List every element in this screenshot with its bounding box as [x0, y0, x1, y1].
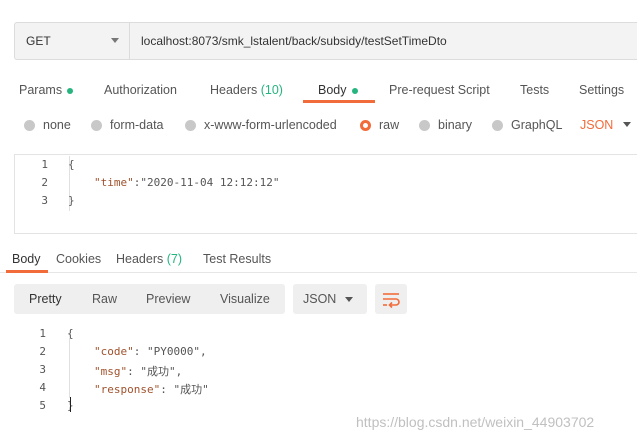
- view-preview-button[interactable]: Preview: [146, 284, 190, 314]
- wrap-lines-icon: [383, 293, 400, 309]
- radio-circle-icon: [24, 119, 35, 131]
- status-dot-icon: [351, 87, 358, 94]
- tab-settings[interactable]: Settings: [579, 80, 624, 100]
- response-tab-test-results[interactable]: Test Results: [203, 250, 271, 268]
- json-value: "2020-11-04 12:12:12": [140, 176, 280, 189]
- tab-pre-request-script[interactable]: Pre-request Script: [389, 80, 490, 100]
- json-value: "PY0000": [147, 345, 200, 358]
- wrap-lines-button[interactable]: [375, 284, 407, 314]
- code-line: "code": "PY0000",: [94, 345, 207, 358]
- code-line: "msg": "成功",: [94, 363, 182, 379]
- tab-headers-count: (10): [260, 83, 283, 97]
- radio-circle-icon: [492, 119, 503, 131]
- status-dot-icon: [67, 87, 74, 94]
- line-number: 4: [39, 381, 46, 394]
- radio-label: x-www-form-urlencoded: [204, 118, 337, 132]
- line-number: 1: [41, 158, 48, 171]
- radio-urlencoded[interactable]: x-www-form-urlencoded: [185, 116, 337, 134]
- tab-tests[interactable]: Tests: [520, 80, 549, 100]
- chevron-down-icon: [345, 297, 353, 302]
- json-value: "成功": [173, 383, 209, 396]
- radio-selected-icon: [360, 119, 371, 131]
- response-tab-cookies[interactable]: Cookies: [56, 250, 101, 268]
- response-tab-body[interactable]: Body: [12, 250, 41, 268]
- view-pretty-button[interactable]: Pretty: [29, 284, 62, 314]
- radio-circle-icon: [419, 119, 430, 131]
- tab-authorization[interactable]: Authorization: [104, 80, 177, 100]
- url-input[interactable]: localhost:8073/smk_lstalent/back/subsidy…: [129, 22, 637, 60]
- tab-authorization-label: Authorization: [104, 83, 177, 97]
- json-key: "time": [94, 176, 134, 189]
- radio-binary[interactable]: binary: [419, 116, 472, 134]
- response-tab-headers[interactable]: Headers (7): [116, 250, 182, 268]
- line-number: 3: [39, 363, 46, 376]
- radio-label: none: [43, 118, 71, 132]
- json-key: "msg": [94, 365, 128, 378]
- tab-pre-request-label: Pre-request Script: [389, 83, 490, 97]
- line-number: 2: [39, 345, 46, 358]
- view-visualize-button[interactable]: Visualize: [220, 284, 270, 314]
- method-value: GET: [26, 34, 51, 48]
- url-value: localhost:8073/smk_lstalent/back/subsidy…: [141, 34, 447, 48]
- code-brace: }: [68, 194, 75, 207]
- response-format-value: JSON: [303, 292, 337, 306]
- tab-params[interactable]: Params: [19, 80, 74, 100]
- tab-headers[interactable]: Headers (10): [210, 80, 283, 100]
- radio-circle-icon: [91, 119, 102, 131]
- tab-label: Body: [12, 252, 41, 266]
- tab-label: Headers: [116, 252, 164, 266]
- body-format-value: JSON: [580, 118, 614, 132]
- tab-tests-label: Tests: [520, 83, 550, 97]
- radio-label: GraphQL: [511, 118, 563, 132]
- code-line: "response": "成功": [94, 381, 209, 397]
- tab-body[interactable]: Body: [318, 80, 358, 100]
- radio-label: raw: [379, 118, 400, 132]
- indent-guide: [69, 338, 70, 398]
- active-tab-indicator: [6, 270, 48, 273]
- code-brace: {: [67, 327, 74, 340]
- json-value: "成功": [140, 365, 176, 378]
- tab-body-label: Body: [318, 83, 347, 97]
- json-key: "code": [94, 345, 134, 358]
- response-format-select[interactable]: JSON: [293, 284, 367, 314]
- json-key: "response": [94, 383, 161, 396]
- watermark: https://blog.csdn.net/weixin_44903702: [356, 414, 595, 430]
- tab-params-label: Params: [19, 83, 63, 97]
- json-sep: :: [127, 365, 141, 378]
- tab-count: (7): [166, 252, 183, 266]
- text-cursor: [70, 397, 71, 412]
- line-number: 5: [39, 399, 46, 412]
- code-brace: {: [68, 158, 75, 171]
- tab-headers-label: Headers: [210, 83, 258, 97]
- json-sep: :: [133, 345, 147, 358]
- json-trail: ,: [175, 365, 183, 378]
- radio-graphql[interactable]: GraphQL: [492, 116, 562, 134]
- json-sep: :: [160, 383, 174, 396]
- tab-settings-label: Settings: [579, 83, 625, 97]
- line-number: 2: [41, 176, 48, 189]
- active-tab-indicator: [303, 100, 375, 103]
- radio-label: binary: [438, 118, 473, 132]
- request-body-editor[interactable]: [14, 154, 637, 234]
- chevron-down-icon: [111, 38, 119, 43]
- radio-none[interactable]: none: [24, 116, 71, 134]
- tab-label: Cookies: [56, 252, 102, 266]
- body-format-select[interactable]: JSON: [580, 116, 613, 134]
- line-number: 1: [39, 327, 46, 340]
- json-trail: ,: [199, 345, 207, 358]
- radio-form-data[interactable]: form-data: [91, 116, 164, 134]
- radio-circle-icon: [185, 119, 196, 131]
- divider: [0, 272, 637, 273]
- code-line: "time":"2020-11-04 12:12:12": [94, 176, 279, 189]
- chevron-down-icon[interactable]: [623, 122, 631, 127]
- tab-label: Test Results: [203, 252, 272, 266]
- line-number: 3: [41, 194, 48, 207]
- radio-label: form-data: [110, 118, 164, 132]
- radio-raw[interactable]: raw: [360, 116, 399, 134]
- method-select[interactable]: GET: [14, 22, 129, 60]
- view-raw-button[interactable]: Raw: [92, 284, 117, 314]
